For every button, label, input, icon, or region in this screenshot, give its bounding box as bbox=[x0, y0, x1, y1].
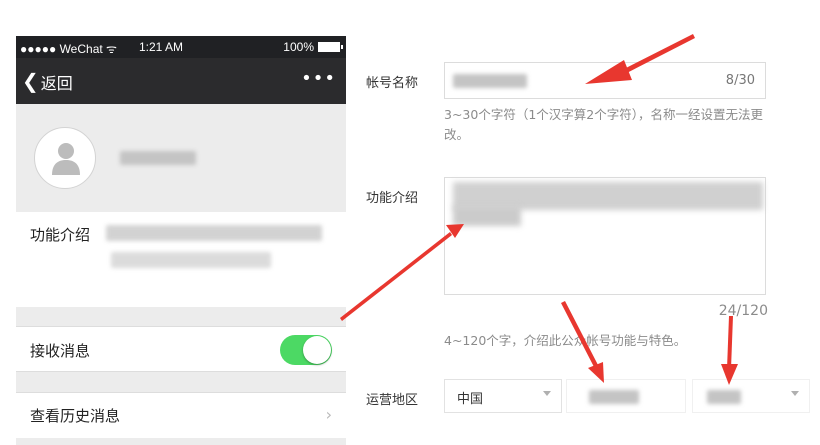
function-intro-value-redacted bbox=[453, 206, 521, 226]
battery-icon bbox=[318, 42, 343, 52]
back-label: 返回 bbox=[40, 74, 73, 93]
account-name-label: 帐号名称 bbox=[366, 76, 419, 91]
back-button[interactable]: ❮ 返回 bbox=[22, 70, 73, 94]
province-select[interactable] bbox=[566, 379, 686, 413]
function-intro-hint: 4~120个字，介绍此公众帐号功能与特色。 bbox=[444, 333, 687, 348]
phone-screenshot: ●●●●● WeChat ᯤ 1:21 AM 100% ❮ 返回 ••• 功能介… bbox=[16, 36, 346, 445]
account-name-value-redacted bbox=[453, 74, 527, 88]
account-name-hint: 3~30个字符（1个汉字算2个字符），名称一经设置无法更改。 bbox=[444, 107, 763, 142]
back-chevron-icon: ❮ bbox=[22, 69, 39, 93]
function-intro-label: 功能介绍 bbox=[366, 191, 419, 206]
country-select-value: 中国 bbox=[457, 392, 484, 407]
profile-header bbox=[16, 104, 346, 212]
country-select[interactable]: 中国 bbox=[444, 379, 562, 413]
account-name-redacted bbox=[120, 151, 196, 165]
nav-bar: ❮ 返回 ••• bbox=[16, 58, 346, 104]
status-bar: ●●●●● WeChat ᯤ 1:21 AM 100% bbox=[16, 36, 346, 58]
intro-cell: 功能介绍 bbox=[16, 212, 346, 307]
section-gap bbox=[16, 307, 346, 326]
city-value-redacted bbox=[707, 390, 741, 404]
annotation-arrow bbox=[340, 232, 452, 321]
chevron-right-icon: › bbox=[325, 405, 332, 424]
receive-messages-toggle[interactable] bbox=[280, 335, 332, 365]
more-icon[interactable]: ••• bbox=[301, 68, 336, 89]
view-history-cell[interactable]: 查看历史消息 › bbox=[16, 392, 346, 438]
dropdown-arrow-icon bbox=[543, 391, 551, 396]
account-name-char-count: 8/30 bbox=[725, 73, 755, 88]
annotation-arrow bbox=[727, 316, 733, 369]
province-value-redacted bbox=[589, 390, 639, 404]
battery-percent: 100% bbox=[283, 40, 314, 54]
toggle-knob bbox=[303, 336, 331, 364]
receive-messages-cell: 接收消息 bbox=[16, 326, 346, 372]
section-gap bbox=[16, 372, 346, 392]
account-name-input[interactable]: 8/30 bbox=[444, 62, 766, 99]
view-history-label: 查看历史消息 bbox=[30, 407, 121, 425]
intro-text-redacted bbox=[106, 225, 322, 241]
battery-indicator: 100% bbox=[283, 40, 343, 54]
receive-messages-label: 接收消息 bbox=[30, 342, 91, 360]
city-select[interactable] bbox=[692, 379, 810, 413]
intro-text-redacted bbox=[111, 252, 271, 268]
function-intro-textarea[interactable] bbox=[444, 177, 766, 295]
avatar[interactable] bbox=[34, 127, 96, 189]
region-label: 运营地区 bbox=[366, 393, 419, 408]
intro-label: 功能介绍 bbox=[30, 226, 91, 244]
function-intro-char-count: 24/120 bbox=[718, 303, 768, 319]
dropdown-arrow-icon bbox=[791, 391, 799, 396]
person-placeholder-icon bbox=[52, 143, 80, 175]
